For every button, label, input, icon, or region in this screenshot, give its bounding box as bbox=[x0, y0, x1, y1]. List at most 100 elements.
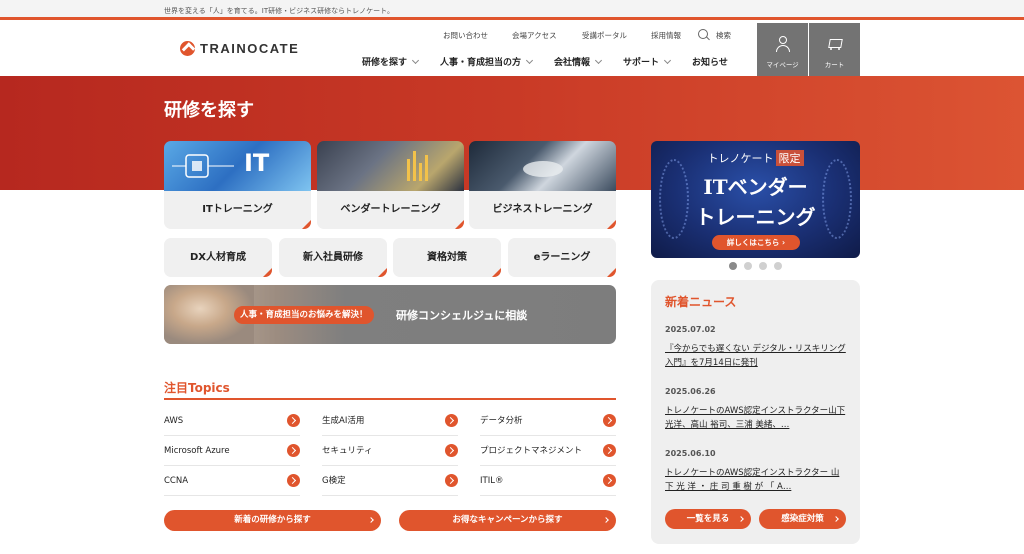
mypage-button[interactable]: マイページ bbox=[757, 23, 808, 76]
handshake-icon bbox=[523, 161, 563, 177]
topic-label: 生成AI活用 bbox=[322, 416, 365, 426]
topic-ccna[interactable]: CCNA bbox=[164, 466, 300, 496]
new-courses-button[interactable]: 新着の研修から探す bbox=[164, 510, 381, 531]
arrow-right-icon bbox=[445, 414, 458, 427]
topic-g-exam[interactable]: G検定 bbox=[322, 466, 458, 496]
tile-label: 新入社員研修 bbox=[303, 252, 363, 263]
contact-link[interactable]: お問い合わせ bbox=[443, 30, 488, 41]
corner-arrow-icon bbox=[455, 220, 464, 229]
news-item-link[interactable]: トレノケートのAWS認定インストラクター 山 下 光 洋 ・ 庄 司 重 樹 が… bbox=[665, 466, 849, 494]
consult-text: 研修コンシェルジュに相談 bbox=[396, 309, 528, 322]
card-label: ビジネストレーニング bbox=[492, 204, 593, 215]
news-list-button[interactable]: 一覧を見る bbox=[665, 509, 751, 529]
arrow-right-icon bbox=[445, 474, 458, 487]
business-training-image[interactable] bbox=[469, 141, 616, 191]
nav-support[interactable]: サポート bbox=[623, 55, 672, 68]
nav-label: 研修を探す bbox=[362, 58, 408, 68]
concierge-consult-banner[interactable]: 人事・育成担当のお悩みを解決！ 研修コンシェルジュに相談 bbox=[164, 285, 616, 344]
news-date: 2025.06.26 bbox=[665, 387, 716, 396]
banner-line1: トレノケート 限定 bbox=[651, 150, 860, 166]
student-portal-link[interactable]: 受講ポータル bbox=[582, 30, 627, 41]
topic-label: G検定 bbox=[322, 476, 346, 486]
banner-line1-text: トレノケート bbox=[707, 152, 774, 165]
site-logo[interactable]: TRAINOCATE bbox=[180, 41, 299, 56]
it-training-image[interactable]: IT bbox=[164, 141, 311, 191]
news-item-link[interactable]: 『今からでも遅くない デジタル・リスキリング入門』を7月14日に発刊 bbox=[665, 342, 849, 370]
chart-graphic-icon bbox=[407, 151, 428, 181]
carousel-dot-2[interactable] bbox=[744, 262, 752, 270]
top-tagline-bar: 世界を変える「人」を育てる。IT研修・ビジネス研修ならトレノケート。 bbox=[0, 0, 1024, 20]
button-label: 感染症対策 bbox=[781, 514, 824, 524]
chevron-down-icon bbox=[525, 56, 534, 64]
mypage-label: マイページ bbox=[766, 61, 799, 69]
topic-azure[interactable]: Microsoft Azure bbox=[164, 436, 300, 466]
news-item-link[interactable]: トレノケートのAWS認定インストラクター山下 光洋、高山 裕司、三浦 美緒、… bbox=[665, 404, 849, 432]
consult-badge: 人事・育成担当のお悩みを解決！ bbox=[234, 306, 374, 324]
tile-new-employee[interactable]: 新入社員研修 bbox=[279, 238, 387, 277]
tile-elearning[interactable]: eラーニング bbox=[508, 238, 616, 277]
corner-arrow-icon bbox=[607, 220, 616, 229]
nav-hr-managers[interactable]: 人事・育成担当の方 bbox=[440, 55, 534, 68]
venue-access-link[interactable]: 会場アクセス bbox=[512, 30, 557, 41]
infection-control-button[interactable]: 感染症対策 bbox=[759, 509, 846, 529]
nav-label: 人事・育成担当の方 bbox=[440, 58, 522, 68]
chevron-right-icon bbox=[833, 516, 839, 522]
news-title: 新着ニュース bbox=[665, 295, 737, 309]
topic-label: データ分析 bbox=[480, 416, 523, 426]
arrow-right-icon bbox=[287, 474, 300, 487]
topic-genai[interactable]: 生成AI活用 bbox=[322, 406, 458, 436]
vendor-training-banner[interactable]: トレノケート 限定 ITベンダー トレーニング 詳しくはこちら › bbox=[651, 141, 860, 258]
nav-company-info[interactable]: 会社情報 bbox=[554, 55, 603, 68]
nav-news[interactable]: お知らせ bbox=[692, 55, 728, 68]
topic-label: セキュリティ bbox=[322, 446, 373, 456]
user-icon bbox=[776, 36, 790, 52]
tile-label: eラーニング bbox=[533, 252, 591, 263]
search-link[interactable]: 検索 bbox=[716, 30, 731, 41]
tile-label: 資格対策 bbox=[427, 252, 467, 263]
vendor-training-image[interactable] bbox=[317, 141, 464, 191]
nav-find-training[interactable]: 研修を探す bbox=[362, 55, 420, 68]
tile-dx-talent[interactable]: DX人材育成 bbox=[164, 238, 272, 277]
banner-line3: トレーニング bbox=[695, 205, 816, 229]
topic-security[interactable]: セキュリティ bbox=[322, 436, 458, 466]
campaign-button[interactable]: お得なキャンペーンから探す bbox=[399, 510, 616, 531]
chevron-right-icon bbox=[603, 517, 609, 523]
topic-label: Microsoft Azure bbox=[164, 446, 230, 456]
topic-label: プロジェクトマネジメント bbox=[480, 446, 583, 456]
corner-arrow-icon bbox=[378, 268, 387, 277]
news-panel: 新着ニュース 2025.07.02 『今からでも遅くない デジタル・リスキリング… bbox=[651, 280, 860, 544]
arrow-right-icon bbox=[603, 474, 616, 487]
carousel-dot-1[interactable] bbox=[729, 262, 737, 270]
topic-project-management[interactable]: プロジェクトマネジメント bbox=[480, 436, 616, 466]
button-label: お得なキャンペーンから探す bbox=[452, 515, 563, 525]
carousel-dots bbox=[729, 262, 789, 270]
chevron-right-icon bbox=[368, 517, 374, 523]
card-business-training[interactable]: ビジネストレーニング bbox=[469, 191, 616, 229]
topic-data-analysis[interactable]: データ分析 bbox=[480, 406, 616, 436]
topic-itil[interactable]: ITIL® bbox=[480, 466, 616, 496]
recruit-link[interactable]: 採用情報 bbox=[651, 30, 681, 41]
site-header: TRAINOCATE お問い合わせ 会場アクセス 受講ポータル 採用情報 検索 … bbox=[0, 23, 1024, 76]
carousel-dot-4[interactable] bbox=[774, 262, 782, 270]
chevron-down-icon bbox=[594, 56, 603, 64]
card-it-training[interactable]: ITトレーニング bbox=[164, 191, 311, 229]
chevron-down-icon bbox=[411, 56, 420, 64]
carousel-dot-3[interactable] bbox=[759, 262, 767, 270]
topic-aws[interactable]: AWS bbox=[164, 406, 300, 436]
cart-button[interactable]: カート bbox=[809, 23, 860, 76]
button-label: 一覧を見る bbox=[686, 514, 730, 524]
chip-icon bbox=[172, 154, 234, 178]
logo-text: TRAINOCATE bbox=[200, 41, 300, 56]
banner-line2: ITベンダー bbox=[703, 175, 808, 199]
chevron-right-icon bbox=[738, 516, 744, 522]
search-icon[interactable] bbox=[698, 29, 708, 39]
corner-arrow-icon bbox=[492, 268, 501, 277]
banner-limited-badge: 限定 bbox=[775, 150, 804, 166]
banner-details-button[interactable]: 詳しくはこちら › bbox=[712, 235, 800, 250]
arrow-right-icon bbox=[603, 444, 616, 457]
card-label: ITトレーニング bbox=[202, 204, 273, 215]
corner-arrow-icon bbox=[302, 220, 311, 229]
tile-certification[interactable]: 資格対策 bbox=[393, 238, 501, 277]
card-vendor-training[interactable]: ベンダートレーニング bbox=[317, 191, 464, 229]
corner-arrow-icon bbox=[263, 268, 272, 277]
